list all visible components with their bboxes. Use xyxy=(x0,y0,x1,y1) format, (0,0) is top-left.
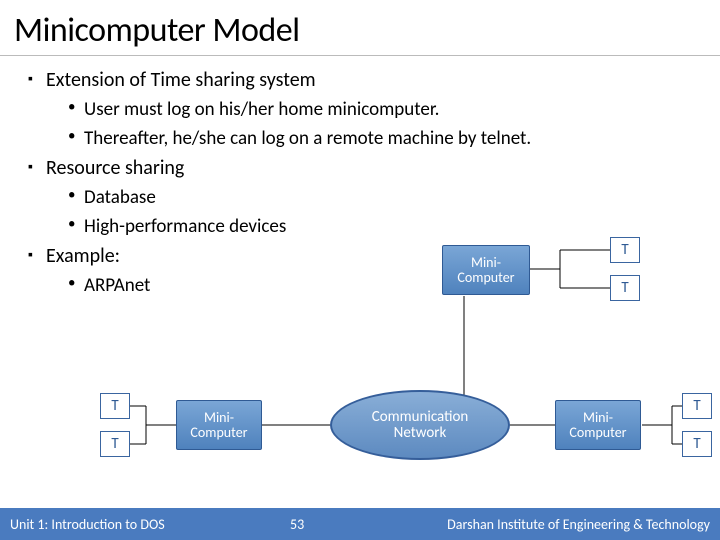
bullet-text: Example: xyxy=(46,244,120,268)
bullet-example: Example: ARPAnet xyxy=(28,244,692,297)
sub-bullet-user-logon: User must log on his/her home minicomput… xyxy=(68,98,692,121)
sub-bullet-database: Database xyxy=(68,186,692,209)
footer-page-number: 53 xyxy=(290,516,304,533)
node-minicomputer-right: Mini-Computer xyxy=(555,400,641,450)
node-terminal-right-2: T xyxy=(682,431,712,457)
sub-bullet-arpanet: ARPAnet xyxy=(68,274,692,297)
bullet-resource-sharing: Resource sharing Database High-performan… xyxy=(28,156,692,238)
footer-unit: Unit 1: Introduction to DOS xyxy=(0,516,165,533)
slide-content: Extension of Time sharing system User mu… xyxy=(0,56,720,297)
slide-title: Minicomputer Model xyxy=(0,0,720,56)
node-terminal-left-2: T xyxy=(100,431,130,457)
footer-institute: Darshan Institute of Engineering & Techn… xyxy=(165,516,720,533)
sub-bullet-hpd: High-performance devices xyxy=(68,215,692,238)
bullet-text: Extension of Time sharing system xyxy=(46,68,316,92)
node-communication-network: CommunicationNetwork xyxy=(330,390,510,460)
node-terminal-left-1: T xyxy=(100,393,130,419)
bullet-text: Resource sharing xyxy=(46,156,184,180)
bullet-extension: Extension of Time sharing system User mu… xyxy=(28,68,692,150)
node-minicomputer-left: Mini-Computer xyxy=(176,400,262,450)
node-terminal-right-1: T xyxy=(682,393,712,419)
slide-footer: Unit 1: Introduction to DOS 53 Darshan I… xyxy=(0,508,720,540)
sub-bullet-telnet: Thereafter, he/she can log on a remote m… xyxy=(68,127,692,150)
